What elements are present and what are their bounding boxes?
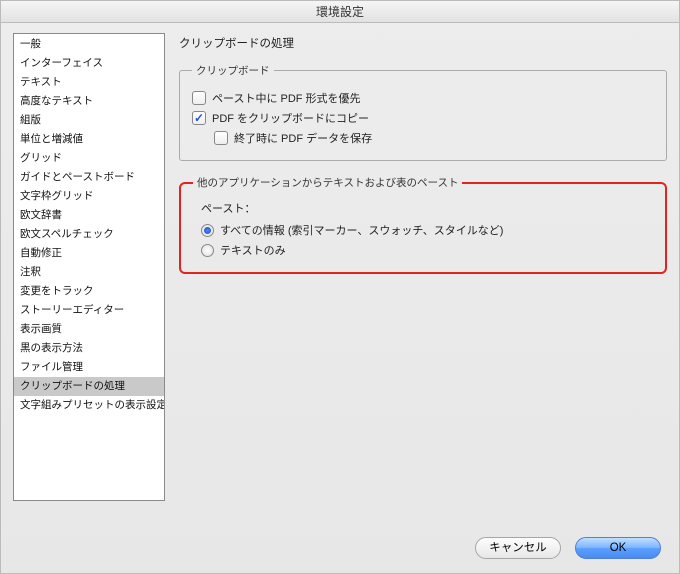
sidebar-item[interactable]: クリップボードの処理 (14, 377, 164, 396)
clipboard-legend: クリップボード (192, 63, 274, 78)
sidebar-item[interactable]: グリッド (14, 149, 164, 168)
copy-pdf-label: PDF をクリップボードにコピー (212, 110, 369, 126)
sidebar-item[interactable]: 自動修正 (14, 244, 164, 263)
prefer-pdf-label: ペースト中に PDF 形式を優先 (212, 90, 361, 106)
sidebar-item[interactable]: 文字組みプリセットの表示設定 (14, 396, 164, 415)
paste-text-row[interactable]: テキストのみ (201, 242, 653, 258)
category-sidebar: 一般インターフェイステキスト高度なテキスト組版単位と増減値グリッドガイドとペース… (13, 33, 165, 501)
sidebar-item[interactable]: 一般 (14, 35, 164, 54)
sidebar-item[interactable]: 文字枠グリッド (14, 187, 164, 206)
cancel-button[interactable]: キャンセル (475, 537, 561, 559)
preserve-pdf-checkbox[interactable] (214, 131, 228, 145)
copy-pdf-row[interactable]: PDF をクリップボードにコピー (192, 110, 654, 126)
dialog-title: 環境設定 (1, 1, 679, 23)
sidebar-item[interactable]: ガイドとペーストボード (14, 168, 164, 187)
paste-all-radio[interactable] (201, 224, 214, 237)
sidebar-item[interactable]: 黒の表示方法 (14, 339, 164, 358)
paste-text-radio[interactable] (201, 244, 214, 257)
sidebar-item[interactable]: 高度なテキスト (14, 92, 164, 111)
paste-all-label: すべての情報 (索引マーカー、スウォッチ、スタイルなど) (220, 222, 503, 238)
sidebar-item[interactable]: 表示画質 (14, 320, 164, 339)
paste-all-row[interactable]: すべての情報 (索引マーカー、スウォッチ、スタイルなど) (201, 222, 653, 238)
paste-label: ペースト： (201, 200, 653, 216)
ok-button[interactable]: OK (575, 537, 661, 559)
sidebar-item[interactable]: 注釈 (14, 263, 164, 282)
preserve-pdf-label: 終了時に PDF データを保存 (234, 130, 372, 146)
dialog-body: 一般インターフェイステキスト高度なテキスト組版単位と増減値グリッドガイドとペース… (1, 23, 679, 523)
sidebar-item[interactable]: ストーリーエディター (14, 301, 164, 320)
sidebar-item[interactable]: 単位と増減値 (14, 130, 164, 149)
preserve-pdf-row[interactable]: 終了時に PDF データを保存 (214, 130, 654, 146)
sidebar-item[interactable]: 欧文スペルチェック (14, 225, 164, 244)
prefer-pdf-row[interactable]: ペースト中に PDF 形式を優先 (192, 90, 654, 106)
sidebar-item[interactable]: テキスト (14, 73, 164, 92)
clipboard-group: クリップボード ペースト中に PDF 形式を優先 PDF をクリップボードにコピ… (179, 63, 667, 161)
paste-other-legend: 他のアプリケーションからテキストおよび表のペースト (193, 175, 462, 190)
sidebar-item[interactable]: 欧文辞書 (14, 206, 164, 225)
preferences-dialog: 環境設定 一般インターフェイステキスト高度なテキスト組版単位と増減値グリッドガイ… (0, 0, 680, 574)
sidebar-item[interactable]: 組版 (14, 111, 164, 130)
sidebar-item[interactable]: ファイル管理 (14, 358, 164, 377)
dialog-footer: キャンセル OK (1, 523, 679, 573)
paste-text-label: テキストのみ (220, 242, 286, 258)
sidebar-item[interactable]: インターフェイス (14, 54, 164, 73)
copy-pdf-checkbox[interactable] (192, 111, 206, 125)
paste-other-apps-group: 他のアプリケーションからテキストおよび表のペースト ペースト： すべての情報 (… (179, 175, 667, 274)
sidebar-item[interactable]: 変更をトラック (14, 282, 164, 301)
panel-heading: クリップボードの処理 (179, 35, 667, 51)
prefer-pdf-checkbox[interactable] (192, 91, 206, 105)
main-panel: クリップボードの処理 クリップボード ペースト中に PDF 形式を優先 PDF … (179, 33, 667, 519)
